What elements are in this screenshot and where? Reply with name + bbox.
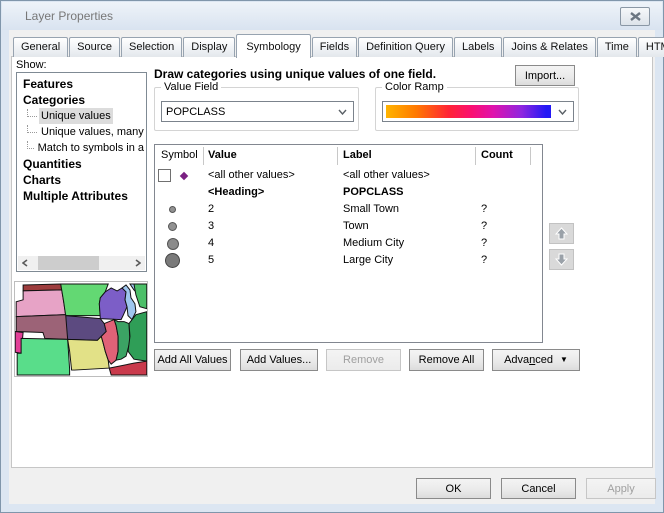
scroll-right-arrow-icon[interactable] (131, 256, 145, 270)
value-field-value: POPCLASS (162, 106, 331, 118)
add-all-values-button[interactable]: Add All Values (154, 349, 231, 371)
apply-button: Apply (586, 478, 656, 499)
chevron-down-icon[interactable] (331, 109, 353, 115)
header-value: Value (208, 149, 237, 161)
scrollbar-track[interactable] (32, 256, 131, 270)
layer-properties-dialog: Layer Properties General Source Selectio… (0, 0, 664, 513)
circle-symbol[interactable] (169, 206, 176, 213)
color-ramp-gradient (386, 105, 551, 118)
header-symbol: Symbol (161, 149, 198, 161)
cancel-button[interactable]: Cancel (501, 478, 576, 499)
circle-symbol[interactable] (168, 222, 177, 231)
value-field-group: Value Field POPCLASS (154, 87, 359, 131)
advanced-button[interactable]: Advanced ▼ (492, 349, 580, 371)
tree-item-features[interactable]: Features (17, 76, 146, 92)
tree-item-categories[interactable]: Categories (17, 92, 146, 108)
table-row[interactable]: 5 Large City ? (155, 252, 542, 269)
table-row[interactable]: 2 Small Town ? (155, 201, 542, 218)
show-label: Show: (16, 59, 47, 71)
tab-html-popup[interactable]: HTML Popup (638, 37, 664, 57)
dropdown-caret-icon: ▼ (560, 356, 568, 364)
tab-selection[interactable]: Selection (121, 37, 182, 57)
tree-item-match-to-symbols[interactable]: Match to symbols in a (17, 140, 146, 156)
color-ramp-label: Color Ramp (382, 81, 447, 93)
tab-display[interactable]: Display (183, 37, 235, 57)
title-bar[interactable]: Layer Properties (2, 2, 662, 30)
remove-button: Remove (326, 349, 401, 371)
scroll-left-arrow-icon[interactable] (18, 256, 32, 270)
arrow-down-icon (554, 252, 569, 267)
tab-source[interactable]: Source (69, 37, 120, 57)
tab-strip: General Source Selection Display Symbolo… (13, 32, 653, 57)
color-ramp-group: Color Ramp (375, 87, 579, 131)
tree-connector (27, 125, 37, 133)
header-label: Label (343, 149, 372, 161)
tab-time[interactable]: Time (597, 37, 637, 57)
column-divider (530, 147, 531, 165)
close-icon (630, 12, 641, 21)
table-row[interactable]: 4 Medium City ? (155, 235, 542, 252)
tree-connector (27, 141, 34, 149)
tree-item-quantities[interactable]: Quantities (17, 156, 146, 172)
circle-symbol[interactable] (167, 238, 179, 250)
table-row[interactable]: 3 Town ? (155, 218, 542, 235)
column-divider (337, 147, 338, 165)
scrollbar-thumb[interactable] (38, 256, 99, 270)
chevron-down-icon[interactable] (551, 109, 573, 115)
all-other-values-checkbox[interactable] (158, 169, 171, 182)
remove-all-button[interactable]: Remove All (409, 349, 484, 371)
dialog-body: General Source Selection Display Symbolo… (9, 30, 655, 504)
table-row[interactable]: <all other values> <all other values> (155, 167, 542, 184)
arrow-up-icon (554, 226, 569, 241)
show-tree-listbox: Features Categories Unique values Unique… (16, 72, 147, 272)
tab-symbology[interactable]: Symbology (236, 34, 310, 58)
map-preview (14, 281, 148, 377)
circle-symbol[interactable] (165, 253, 180, 268)
close-button[interactable] (620, 7, 650, 26)
tab-joins-relates[interactable]: Joins & Relates (503, 37, 595, 57)
tree-item-unique-values[interactable]: Unique values (17, 108, 146, 124)
add-values-button[interactable]: Add Values... (240, 349, 318, 371)
tree-item-charts[interactable]: Charts (17, 172, 146, 188)
table-header: Symbol Value Label Count (155, 145, 542, 167)
move-up-button[interactable] (549, 223, 574, 244)
table-row[interactable]: <Heading> POPCLASS (155, 184, 542, 201)
color-ramp-combobox[interactable] (382, 101, 574, 122)
ok-button[interactable]: OK (416, 478, 491, 499)
all-other-values-symbol[interactable] (180, 172, 188, 180)
column-divider (475, 147, 476, 165)
unique-values-table: Symbol Value Label Count <all other valu… (154, 144, 543, 343)
tree-item-multiple-attributes[interactable]: Multiple Attributes (17, 188, 146, 204)
tab-general[interactable]: General (13, 37, 68, 57)
symbology-page: Show: Features Categories Unique values … (11, 56, 653, 468)
import-button[interactable]: Import... (515, 65, 575, 86)
dialog-footer: OK Cancel Apply (9, 468, 655, 504)
tree-horizontal-scrollbar[interactable] (18, 256, 145, 270)
tree-connector (27, 109, 37, 117)
tab-fields[interactable]: Fields (312, 37, 357, 57)
move-down-button[interactable] (549, 249, 574, 270)
page-heading: Draw categories using unique values of o… (154, 67, 436, 81)
header-count: Count (481, 149, 513, 161)
value-field-label: Value Field (161, 81, 221, 93)
value-field-combobox[interactable]: POPCLASS (161, 101, 354, 122)
column-divider (203, 147, 204, 165)
tab-definition-query[interactable]: Definition Query (358, 37, 453, 57)
window-title: Layer Properties (25, 9, 113, 23)
tab-labels[interactable]: Labels (454, 37, 502, 57)
tree-item-unique-values-many[interactable]: Unique values, many (17, 124, 146, 140)
